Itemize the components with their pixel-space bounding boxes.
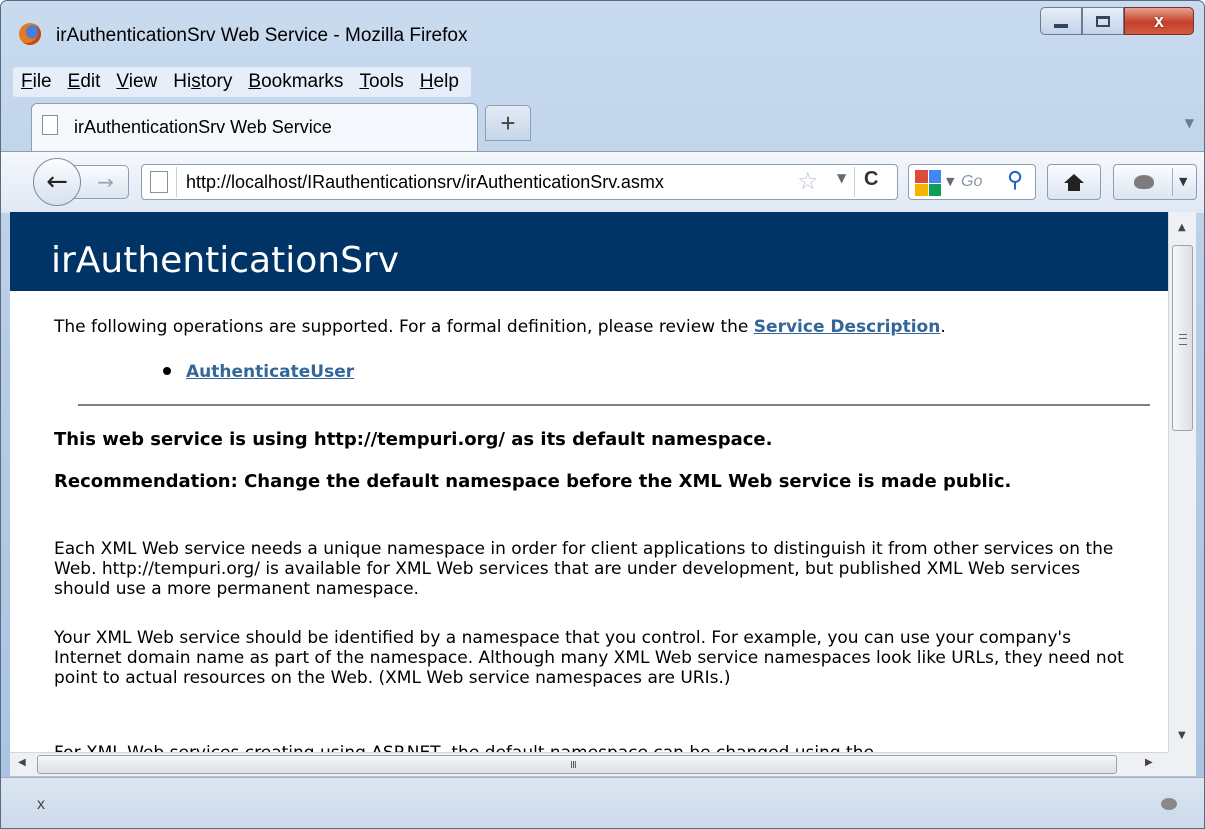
tab-active[interactable]: irAuthenticationSrv Web Service [31,103,478,151]
page-icon [42,115,58,135]
menu-history[interactable]: History [173,71,232,93]
service-description-link[interactable]: Service Description [754,317,941,337]
search-engine-dropdown-icon[interactable]: ▼ [946,175,954,188]
scroll-right-arrow-icon[interactable]: ▶ [1145,757,1153,768]
menu-tools[interactable]: Tools [359,71,403,93]
title-bar: irAuthenticationSrv Web Service - Mozill… [1,1,1204,61]
tab-list-arrow-icon[interactable]: ▼ [1185,116,1194,130]
grip-icon: III [570,760,577,771]
bookmark-star-icon[interactable]: ☆ [797,167,819,195]
browser-window: irAuthenticationSrv Web Service - Mozill… [0,0,1205,829]
navigation-toolbar: ← → http://localhost/IRauthenticationsrv… [1,151,1204,213]
scroll-up-arrow-icon[interactable]: ▲ [1178,222,1186,233]
horizontal-scroll-thumb[interactable]: III [37,755,1117,774]
minimize-button[interactable] [1040,7,1082,35]
scroll-left-arrow-icon[interactable]: ◀ [18,757,26,768]
maximize-button[interactable] [1082,7,1124,35]
home-icon [1064,173,1084,191]
window-controls: x [1040,7,1194,35]
paragraph-namespace-need: Each XML Web service needs a unique name… [54,539,1114,599]
firebug-status-icon[interactable] [1161,798,1177,810]
url-bar[interactable]: http://localhost/IRauthenticationsrv/irA… [141,164,898,200]
bullet-icon [163,367,171,375]
grip-icon [1179,334,1187,345]
addon-separator [1172,168,1173,196]
page-heading-bar: irAuthenticationSrv [10,212,1168,291]
intro-text: The following operations are supported. … [54,317,946,337]
horizontal-scrollbar[interactable]: ◀ III ▶ [10,752,1168,776]
tab-label: irAuthenticationSrv Web Service [74,117,332,137]
menu-bar: File Edit View History Bookmarks Tools H… [13,67,471,97]
new-tab-button[interactable]: + [485,105,531,141]
google-engine-icon[interactable] [915,170,941,196]
recommendation-heading: Recommendation: Change the default names… [54,471,1012,492]
horizontal-rule [78,404,1150,406]
page-title: irAuthenticationSrv [51,240,400,281]
close-window-button[interactable]: x [1124,7,1194,35]
paragraph-namespace-control: Your XML Web service should be identifie… [54,628,1124,688]
url-history-dropdown-icon[interactable]: ▼ [837,171,846,185]
close-icon: x [1153,10,1164,31]
operation-link-authenticateuser[interactable]: AuthenticateUser [186,362,354,382]
menu-help[interactable]: Help [420,71,459,93]
url-separator [176,167,177,197]
firebug-icon [1134,175,1154,189]
window-title: irAuthenticationSrv Web Service - Mozill… [56,25,468,46]
search-bar[interactable]: ▼ Go ⚲ [908,164,1036,200]
addon-dropdown-icon[interactable]: ▼ [1179,175,1187,188]
scrollbar-corner [1168,752,1196,776]
namespace-heading: This web service is using http://tempuri… [54,429,773,450]
maximize-icon [1096,15,1110,27]
reload-icon[interactable]: C [864,168,878,191]
menu-edit[interactable]: Edit [68,71,101,93]
vertical-scroll-thumb[interactable] [1172,245,1193,431]
status-bar: x [1,777,1204,828]
back-arrow-icon: ← [46,167,68,197]
back-button[interactable]: ← [33,158,81,206]
forward-arrow-icon: → [97,170,114,194]
addon-button[interactable]: ▼ [1113,164,1197,200]
page-content: irAuthenticationSrv The following operat… [10,212,1168,752]
minimize-icon [1054,24,1068,28]
scroll-down-arrow-icon[interactable]: ▼ [1178,730,1186,741]
menu-bookmarks[interactable]: Bookmarks [248,71,343,93]
menu-view[interactable]: View [116,71,157,93]
url-input[interactable]: http://localhost/IRauthenticationsrv/irA… [186,172,664,193]
addon-bar-close-icon[interactable]: x [37,796,45,814]
home-button[interactable] [1047,164,1101,200]
paragraph-cutoff: For XML Web services creating using ASP.… [54,743,874,752]
site-identity-icon[interactable] [150,171,168,193]
vertical-scrollbar[interactable]: ▲ ▼ [1168,212,1196,752]
firefox-logo-icon [19,23,41,45]
forward-button[interactable]: → [73,165,129,199]
menu-file[interactable]: File [21,71,52,93]
search-magnifier-icon[interactable]: ⚲ [1007,168,1023,193]
url-separator-2 [854,167,855,197]
search-input[interactable]: Go [961,173,982,191]
